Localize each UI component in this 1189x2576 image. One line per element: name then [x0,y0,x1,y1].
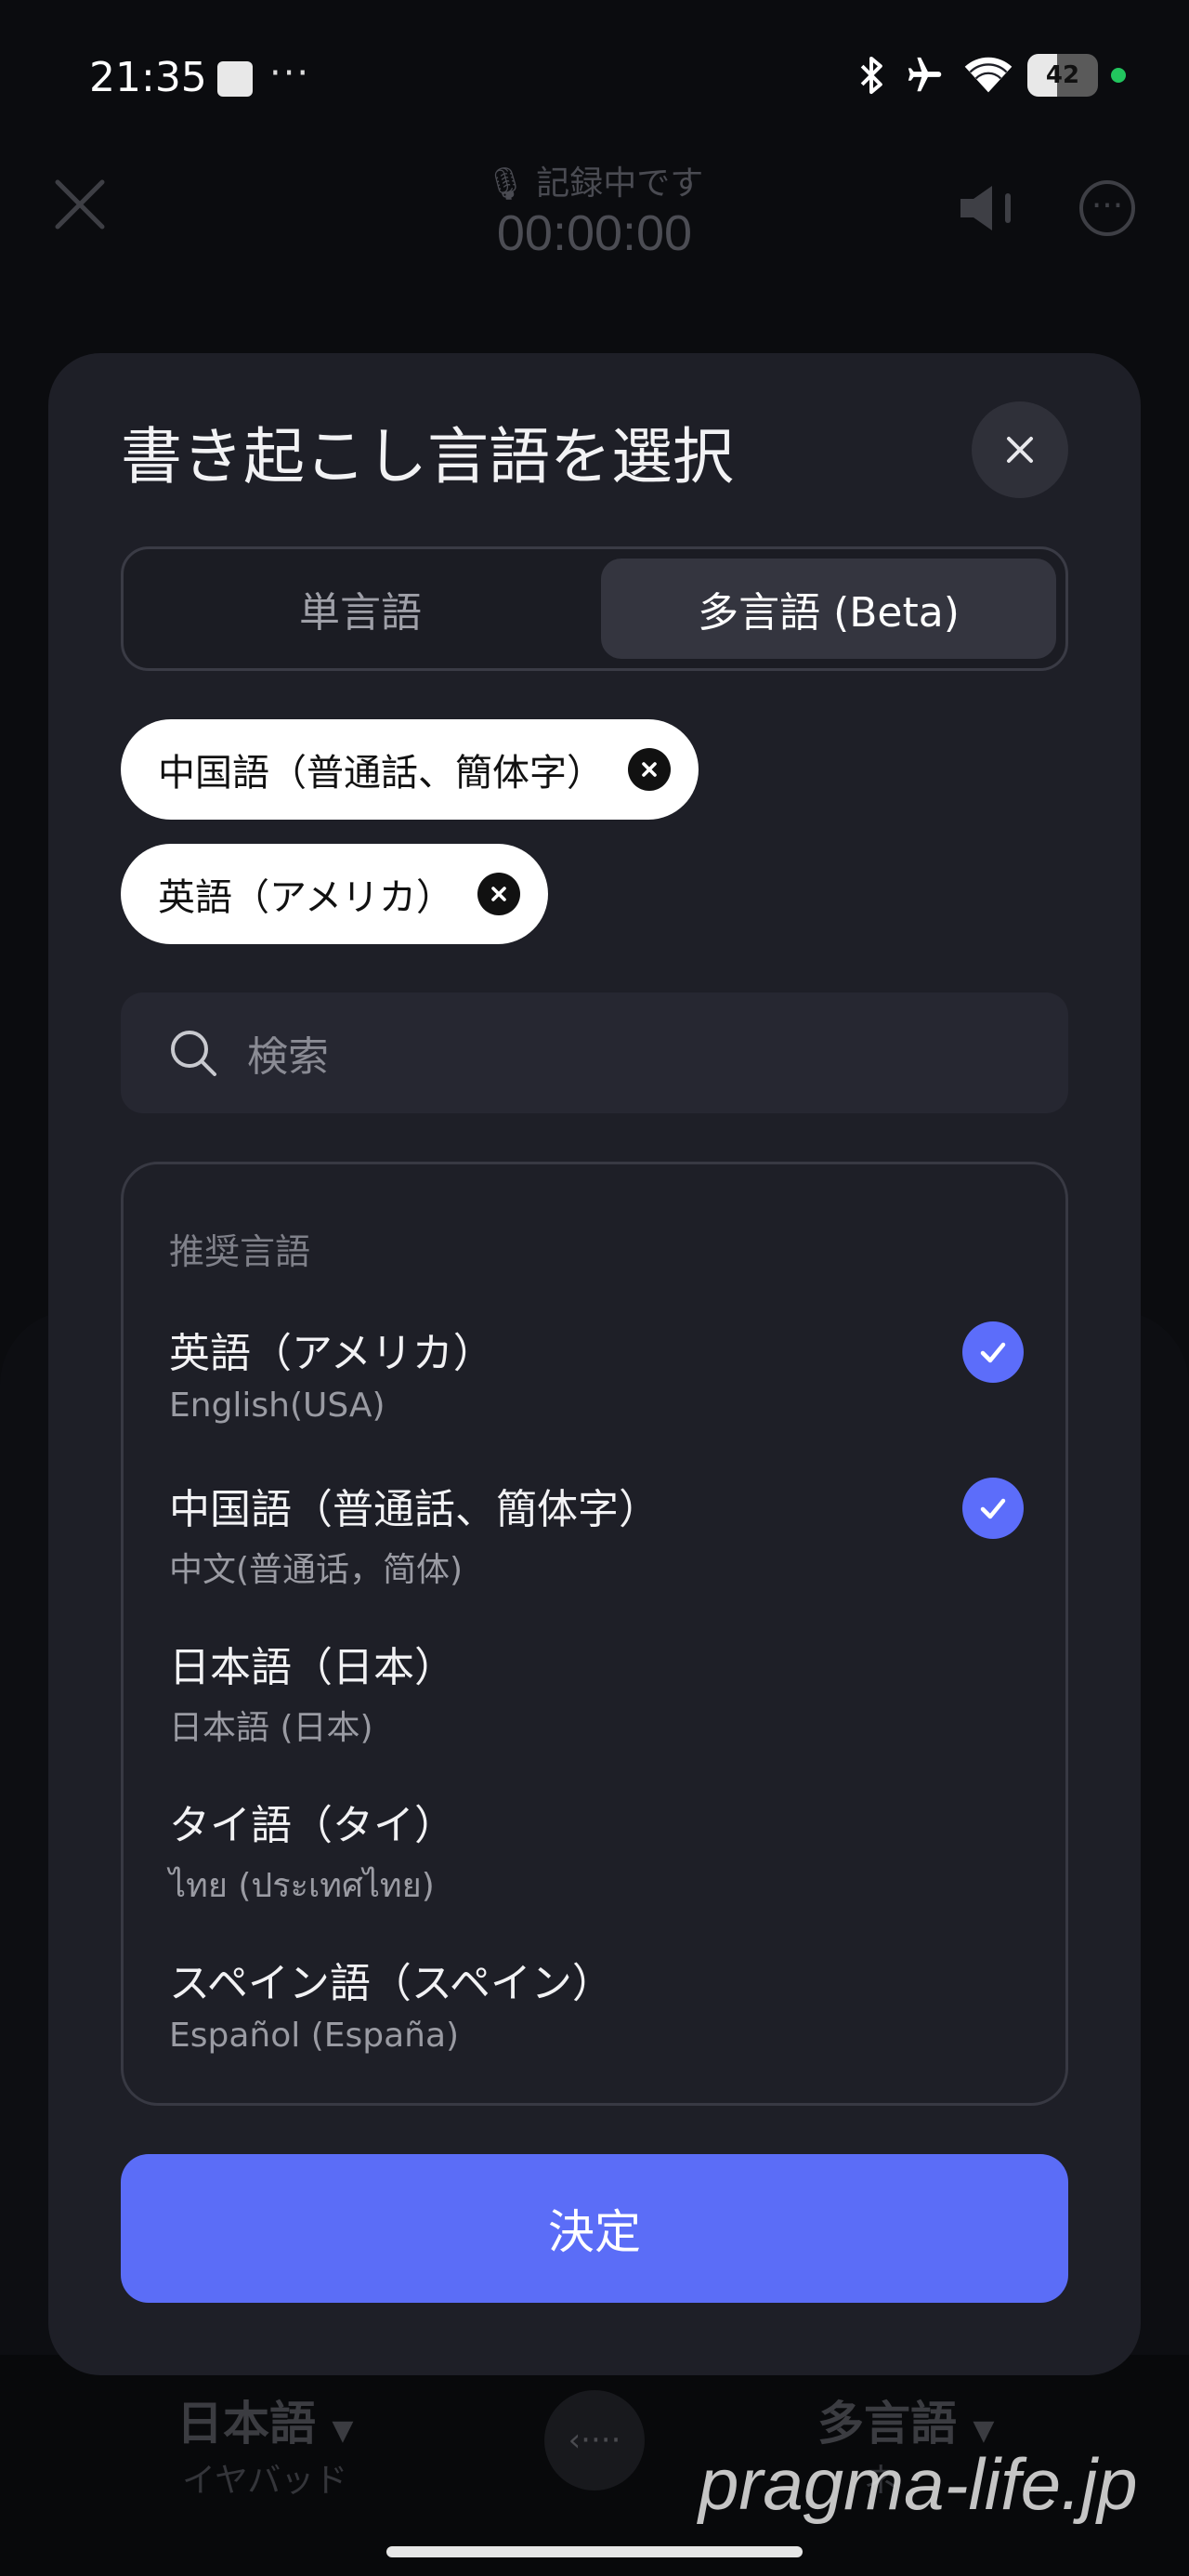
language-native-name: ไทย (ประเทศไทย) [169,1867,435,1905]
mode-segmented-control: 単言語 多言語 (Beta) [121,546,1068,671]
selected-language-chip: 英語（アメリカ） [121,844,548,944]
language-name: 中国語（普通話、簡体字） [169,1486,660,1533]
remove-chip-icon[interactable] [628,748,671,791]
language-item-es-es[interactable]: スペイン語（スペイン） Español (España) [169,1950,1024,2055]
more-options-icon[interactable] [1079,180,1135,236]
airplane-icon [908,57,942,92]
watermark: pragma-life.jp [699,2443,1138,2525]
language-native-name: 中文(普通话，简体) [169,1551,464,1589]
language-item-ja-jp[interactable]: 日本語（日本） 日本語 (日本) [169,1634,1024,1749]
privacy-indicator [1111,68,1126,83]
home-indicator[interactable] [386,2546,803,2557]
language-name: 日本語（日本） [169,1644,455,1691]
status-icons: 42 [853,54,1126,97]
tab-multi-language[interactable]: 多言語 (Beta) [601,559,1056,659]
swap-language-button[interactable]: ‹···· [544,2390,645,2491]
chip-label: 中国語（普通話、簡体字） [158,752,604,795]
selected-language-chip: 中国語（普通話、簡体字） [121,719,699,820]
notification-icon [217,61,253,97]
checkmark-icon [962,1321,1024,1383]
language-name: スペイン語（スペイン） [169,1960,613,2007]
speaker-icon[interactable] [957,180,1022,236]
source-device-label: イヤバッド [182,2462,348,2500]
language-name: タイ語（タイ） [169,1802,455,1849]
search-placeholder: 検索 [247,1033,329,1081]
remove-chip-icon[interactable] [477,873,520,915]
language-native-name: Español (España) [169,2017,460,2055]
bluetooth-icon [860,56,882,95]
language-native-name: English(USA) [169,1387,385,1425]
chip-label: 英語（アメリカ） [158,876,453,919]
confirm-button[interactable]: 決定 [121,2154,1068,2303]
chevron-down-icon: ▼ [332,2414,354,2447]
language-item-en-us[interactable]: 英語（アメリカ） English(USA) [169,1320,1024,1425]
source-language-button[interactable]: 日本語 ▼ [176,2386,354,2453]
close-icon [1007,437,1033,463]
language-native-name: 日本語 (日本) [169,1709,373,1747]
recording-status-text: 記録中です [536,164,704,203]
battery-level: 42 [1045,61,1080,89]
sheet-title: 書き起こし言語を選択 [121,421,734,493]
close-sheet-button[interactable] [972,401,1068,498]
tab-single-language[interactable]: 単言語 [133,559,588,659]
checkmark-icon [962,1478,1024,1539]
source-language-label: 日本語 [176,2397,316,2451]
search-icon [171,1031,216,1076]
language-name: 英語（アメリカ） [169,1330,494,1377]
status-time: 21:35 [89,54,207,101]
battery-icon: 42 [1027,54,1098,97]
language-item-th-th[interactable]: タイ語（タイ） ไทย (ประเทศไทย) [169,1792,1024,1912]
wifi-icon [964,57,1013,93]
microphone-icon: 🎙 [485,165,526,203]
more-notifications-icon: ··· [269,52,311,95]
language-item-zh-cn[interactable]: 中国語（普通話、簡体字） 中文(普通话，简体) [169,1476,1024,1591]
section-title: 推奨言語 [169,1231,311,1272]
search-input[interactable]: 検索 [121,992,1068,1113]
